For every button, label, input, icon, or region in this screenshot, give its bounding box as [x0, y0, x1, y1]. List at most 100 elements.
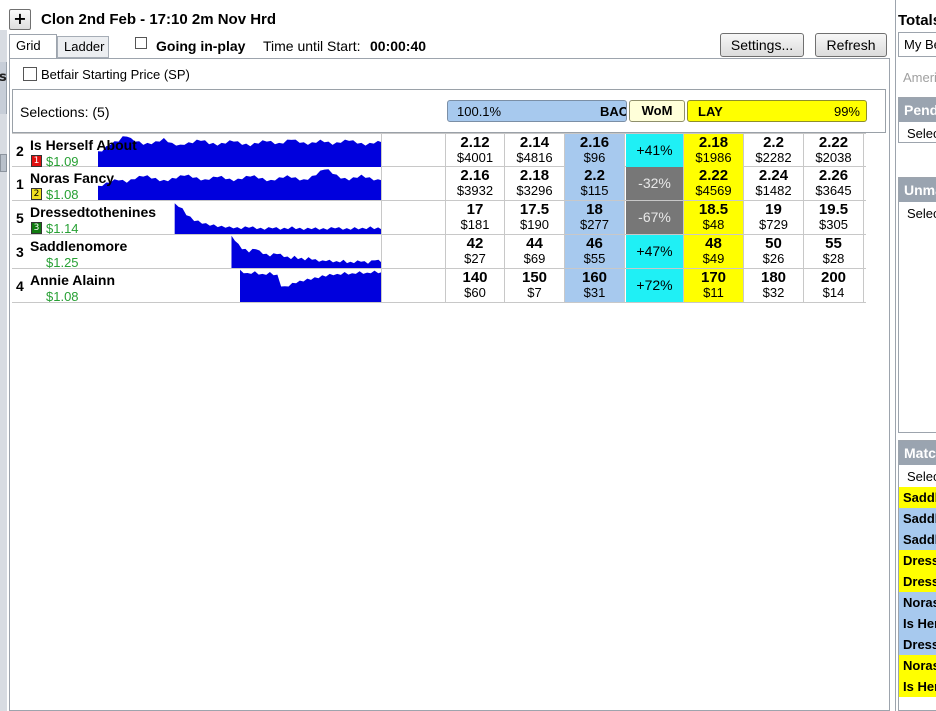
- lay-price-cell-2[interactable]: 180 $32: [744, 269, 804, 302]
- price-value: 2.2: [584, 167, 605, 184]
- back-price-cell-2[interactable]: 2.14 $4816: [505, 134, 565, 167]
- lay-price-cell-3[interactable]: 2.26 $3645: [804, 167, 864, 200]
- matched-header[interactable]: Matched: [899, 441, 936, 465]
- matched-bet-item[interactable]: Dressedtothenines: [899, 550, 936, 571]
- lay-price-cell-1[interactable]: 170 $11: [684, 269, 744, 302]
- matched-bet-item[interactable]: Is Herself About: [899, 676, 936, 697]
- lay-price-cell-1[interactable]: 48 $49: [684, 235, 744, 268]
- back-price-cell-3[interactable]: 42 $27: [445, 235, 505, 268]
- wom-cell: +47%: [626, 235, 684, 268]
- lay-price-cell-1[interactable]: 2.18 $1986: [684, 134, 744, 167]
- add-market-button[interactable]: +: [9, 9, 31, 30]
- back-price-cell-1[interactable]: 160 $31: [565, 269, 625, 302]
- lay-price-cell-2[interactable]: 50 $26: [744, 235, 804, 268]
- tab-my-bets[interactable]: My Bets: [898, 32, 936, 57]
- market-title: Clon 2nd Feb - 17:10 2m Nov Hrd: [41, 11, 277, 28]
- back-price-cell-1[interactable]: 46 $55: [565, 235, 625, 268]
- matched-bet-item[interactable]: Saddlenomore: [899, 508, 936, 529]
- matched-bet-item[interactable]: Saddlenomore: [899, 529, 936, 550]
- back-price-cell-1[interactable]: 2.2 $115: [565, 167, 625, 200]
- runner-spacer-cell: [382, 201, 445, 234]
- price-value: 170: [700, 269, 727, 286]
- price-amount: $32: [762, 285, 785, 300]
- back-price-cell-3[interactable]: 2.12 $4001: [445, 134, 505, 167]
- back-price-cell-2[interactable]: 2.18 $3296: [505, 167, 565, 200]
- selections-header: Selections: (5) 100.1% BACK WoM LAY 99%: [12, 89, 886, 133]
- wom-cell: +41%: [626, 134, 684, 167]
- sp-checkbox[interactable]: [23, 67, 37, 81]
- runner-row[interactable]: 4 Annie Alainn $1.08 140 $60 150 $7 160 $31 170 $1…: [12, 269, 866, 303]
- lay-price-cell-2[interactable]: 2.2 $2282: [744, 134, 804, 167]
- lay-price-cell-3[interactable]: 2.22 $2038: [804, 134, 864, 167]
- pending-header[interactable]: Pending: [899, 98, 936, 122]
- matched-bet-item[interactable]: Saddlenomore: [899, 487, 936, 508]
- price-value: 17: [466, 201, 484, 218]
- wom-cell: -32%: [626, 167, 684, 200]
- runner-grid: 2 Is Herself About 1 $1.09 2.12 $4001 2.14 $481…: [12, 133, 866, 303]
- lay-price-cell-3[interactable]: 55 $28: [804, 235, 864, 268]
- unmatched-header[interactable]: Unmatched: [899, 178, 936, 202]
- matched-bet-item[interactable]: Noras Fancy: [899, 655, 936, 676]
- back-price-cell-2[interactable]: 150 $7: [505, 269, 565, 302]
- price-value: 42: [466, 235, 484, 252]
- odds-format-hint: American: [903, 70, 936, 85]
- back-price-cell-2[interactable]: 44 $69: [505, 235, 565, 268]
- price-amount: $190: [520, 217, 549, 232]
- back-price-cell-3[interactable]: 140 $60: [445, 269, 505, 302]
- back-price-cell-3[interactable]: 2.16 $3932: [445, 167, 505, 200]
- settings-button[interactable]: Settings...: [720, 33, 804, 57]
- matched-bet-item[interactable]: Noras Fancy: [899, 592, 936, 613]
- price-amount: $7: [527, 285, 542, 300]
- price-value: 19: [765, 201, 782, 218]
- runner-name-cell[interactable]: 5 Dressedtothenines 3 $1.14: [12, 201, 382, 234]
- runner-american-odds: $1.14: [46, 221, 79, 234]
- lay-price-cell-3[interactable]: 200 $14: [804, 269, 864, 302]
- runner-row[interactable]: 1 Noras Fancy 2 $1.08 2.16 $3932 2.18 $3296 2.2 $…: [12, 167, 866, 201]
- going-inplay-checkbox[interactable]: [135, 37, 147, 49]
- lay-price-cell-2[interactable]: 2.24 $1482: [744, 167, 804, 200]
- price-amount: $27: [464, 251, 486, 266]
- runner-name-cell[interactable]: 4 Annie Alainn $1.08: [12, 269, 382, 302]
- runner-row[interactable]: 5 Dressedtothenines 3 $1.14 17 $181 17.5 $190 18…: [12, 201, 866, 235]
- sparkline-area: [174, 203, 381, 234]
- price-amount: $28: [822, 251, 845, 266]
- tab-ladder[interactable]: Ladder: [57, 36, 109, 58]
- unmatched-bets-section: Unmatched Select: [898, 177, 936, 433]
- runner-silk-icon: 2: [31, 188, 42, 200]
- matched-bets-section: Matched Select SaddlenomoreSaddlenomoreS…: [898, 440, 936, 711]
- plus-icon: +: [13, 9, 27, 28]
- lay-price-cell-3[interactable]: 19.5 $305: [804, 201, 864, 234]
- price-amount: $26: [762, 251, 785, 266]
- runner-name-cell[interactable]: 3 Saddlenomore $1.25: [12, 235, 382, 268]
- runner-silk-icon: 3: [31, 222, 42, 234]
- left-collapsed-panel[interactable]: s: [0, 30, 7, 711]
- price-value: 2.26: [818, 167, 849, 184]
- price-amount: $2282: [755, 150, 792, 165]
- back-price-cell-2[interactable]: 17.5 $190: [505, 201, 565, 234]
- back-price-cell-1[interactable]: 18 $277: [565, 201, 625, 234]
- refresh-button[interactable]: Refresh: [815, 33, 887, 57]
- matched-bet-item[interactable]: Dressedtothenines: [899, 634, 936, 655]
- price-amount: $49: [702, 251, 725, 266]
- price-value: 200: [820, 269, 847, 286]
- runner-name: Is Herself About: [30, 137, 137, 153]
- matched-bet-item[interactable]: Dressedtothenines: [899, 571, 936, 592]
- runner-name-cell[interactable]: 1 Noras Fancy 2 $1.08: [12, 167, 382, 200]
- lay-price-cell-1[interactable]: 18.5 $48: [684, 201, 744, 234]
- runner-row[interactable]: 3 Saddlenomore $1.25 42 $27 44 $69 46 $55 48 $49 50…: [12, 235, 866, 269]
- runner-row[interactable]: 2 Is Herself About 1 $1.09 2.12 $4001 2.14 $481…: [12, 133, 866, 167]
- back-price-cell-3[interactable]: 17 $181: [445, 201, 505, 234]
- lay-price-cell-1[interactable]: 2.22 $4569: [684, 167, 744, 200]
- unmatched-select[interactable]: Select: [899, 202, 936, 224]
- back-price-cell-1[interactable]: 2.16 $96: [565, 134, 625, 167]
- tab-grid[interactable]: Grid: [9, 34, 57, 58]
- runner-name-cell[interactable]: 2 Is Herself About 1 $1.09: [12, 134, 382, 167]
- left-panel-toggle-button[interactable]: [0, 154, 7, 172]
- matched-bet-item[interactable]: Is Herself About: [899, 613, 936, 634]
- runner-number: 1: [16, 176, 24, 192]
- pending-select[interactable]: Select: [899, 122, 936, 142]
- lay-price-cell-2[interactable]: 19 $729: [744, 201, 804, 234]
- matched-select[interactable]: Select: [899, 465, 936, 487]
- runner-american-odds: $1.25: [46, 255, 79, 268]
- price-amount: $48: [702, 217, 725, 232]
